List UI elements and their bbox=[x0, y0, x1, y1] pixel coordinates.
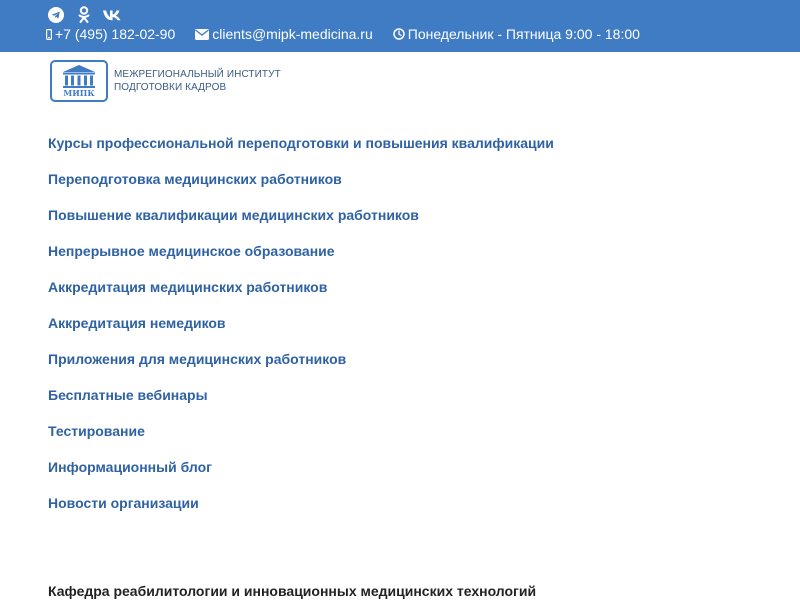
menu-link-webinars[interactable]: Бесплатные вебинары bbox=[48, 387, 208, 403]
menu-item: Переподготовка медицинских работников bbox=[48, 168, 768, 204]
site-logo[interactable]: МИПК МЕЖРЕГИОНАЛЬНЫЙ ИНСТИТУТ ПОДГОТОВКИ… bbox=[50, 58, 290, 104]
mobile-phone-icon bbox=[46, 28, 52, 40]
logo-line-1: МЕЖРЕГИОНАЛЬНЫЙ ИНСТИТУТ bbox=[114, 69, 281, 80]
menu-link-applications[interactable]: Приложения для медицинских работников bbox=[48, 351, 346, 367]
menu-item: Информационный блог bbox=[48, 456, 768, 492]
telegram-icon[interactable] bbox=[46, 5, 66, 25]
menu-item: Приложения для медицинских работников bbox=[48, 348, 768, 384]
envelope-icon bbox=[195, 28, 210, 40]
phone-link[interactable]: +7 (495) 182-02-90 bbox=[46, 26, 175, 42]
logo-text: МЕЖРЕГИОНАЛЬНЫЙ ИНСТИТУТ ПОДГОТОВКИ КАДР… bbox=[114, 68, 281, 94]
menu-item: Новости организации bbox=[48, 492, 768, 528]
phone-number: +7 (495) 182-02-90 bbox=[55, 26, 176, 42]
main-menu: Курсы профессиональной переподготовки и … bbox=[48, 132, 768, 528]
menu-item: Повышение квалификации медицинских работ… bbox=[48, 204, 768, 240]
working-hours: Понедельник - Пятница 9:00 - 18:00 bbox=[393, 26, 640, 42]
logo-line-2: ПОДГОТОВКИ КАДРОВ bbox=[114, 82, 227, 93]
email-address: clients@mipk-medicina.ru bbox=[212, 26, 373, 42]
menu-link-continuous-education[interactable]: Непрерывное медицинское образование bbox=[48, 243, 335, 259]
menu-link-courses[interactable]: Курсы профессиональной переподготовки и … bbox=[48, 135, 554, 151]
working-hours-text: Понедельник - Пятница 9:00 - 18:00 bbox=[407, 26, 640, 42]
menu-item: Курсы профессиональной переподготовки и … bbox=[48, 132, 768, 168]
social-links bbox=[46, 5, 122, 25]
vk-icon[interactable] bbox=[102, 5, 122, 25]
department-title: Кафедра реабилитологии и инновационных м… bbox=[48, 583, 537, 599]
clock-icon bbox=[393, 28, 405, 40]
menu-item: Тестирование bbox=[48, 420, 768, 456]
top-bar: +7 (495) 182-02-90 clients@mipk-medicina… bbox=[0, 0, 800, 52]
menu-link-news[interactable]: Новости организации bbox=[48, 495, 199, 511]
menu-link-testing[interactable]: Тестирование bbox=[48, 423, 145, 439]
odnoklassniki-icon[interactable] bbox=[74, 5, 94, 25]
contacts: +7 (495) 182-02-90 clients@mipk-medicina… bbox=[46, 24, 640, 44]
email-link[interactable]: clients@mipk-medicina.ru bbox=[195, 26, 373, 42]
menu-link-retraining[interactable]: Переподготовка медицинских работников bbox=[48, 171, 342, 187]
menu-link-accreditation[interactable]: Аккредитация медицинских работников bbox=[48, 279, 327, 295]
menu-link-advanced-training[interactable]: Повышение квалификации медицинских работ… bbox=[48, 207, 419, 223]
logo-abbreviation: МИПК bbox=[63, 88, 95, 98]
menu-link-accreditation-non-medics[interactable]: Аккредитация немедиков bbox=[48, 315, 226, 331]
menu-link-blog[interactable]: Информационный блог bbox=[48, 459, 212, 475]
menu-item: Аккредитация немедиков bbox=[48, 312, 768, 348]
logo-emblem: МИПК bbox=[50, 60, 108, 102]
menu-item: Бесплатные вебинары bbox=[48, 384, 768, 420]
menu-item: Аккредитация медицинских работников bbox=[48, 276, 768, 312]
menu-item: Непрерывное медицинское образование bbox=[48, 240, 768, 276]
